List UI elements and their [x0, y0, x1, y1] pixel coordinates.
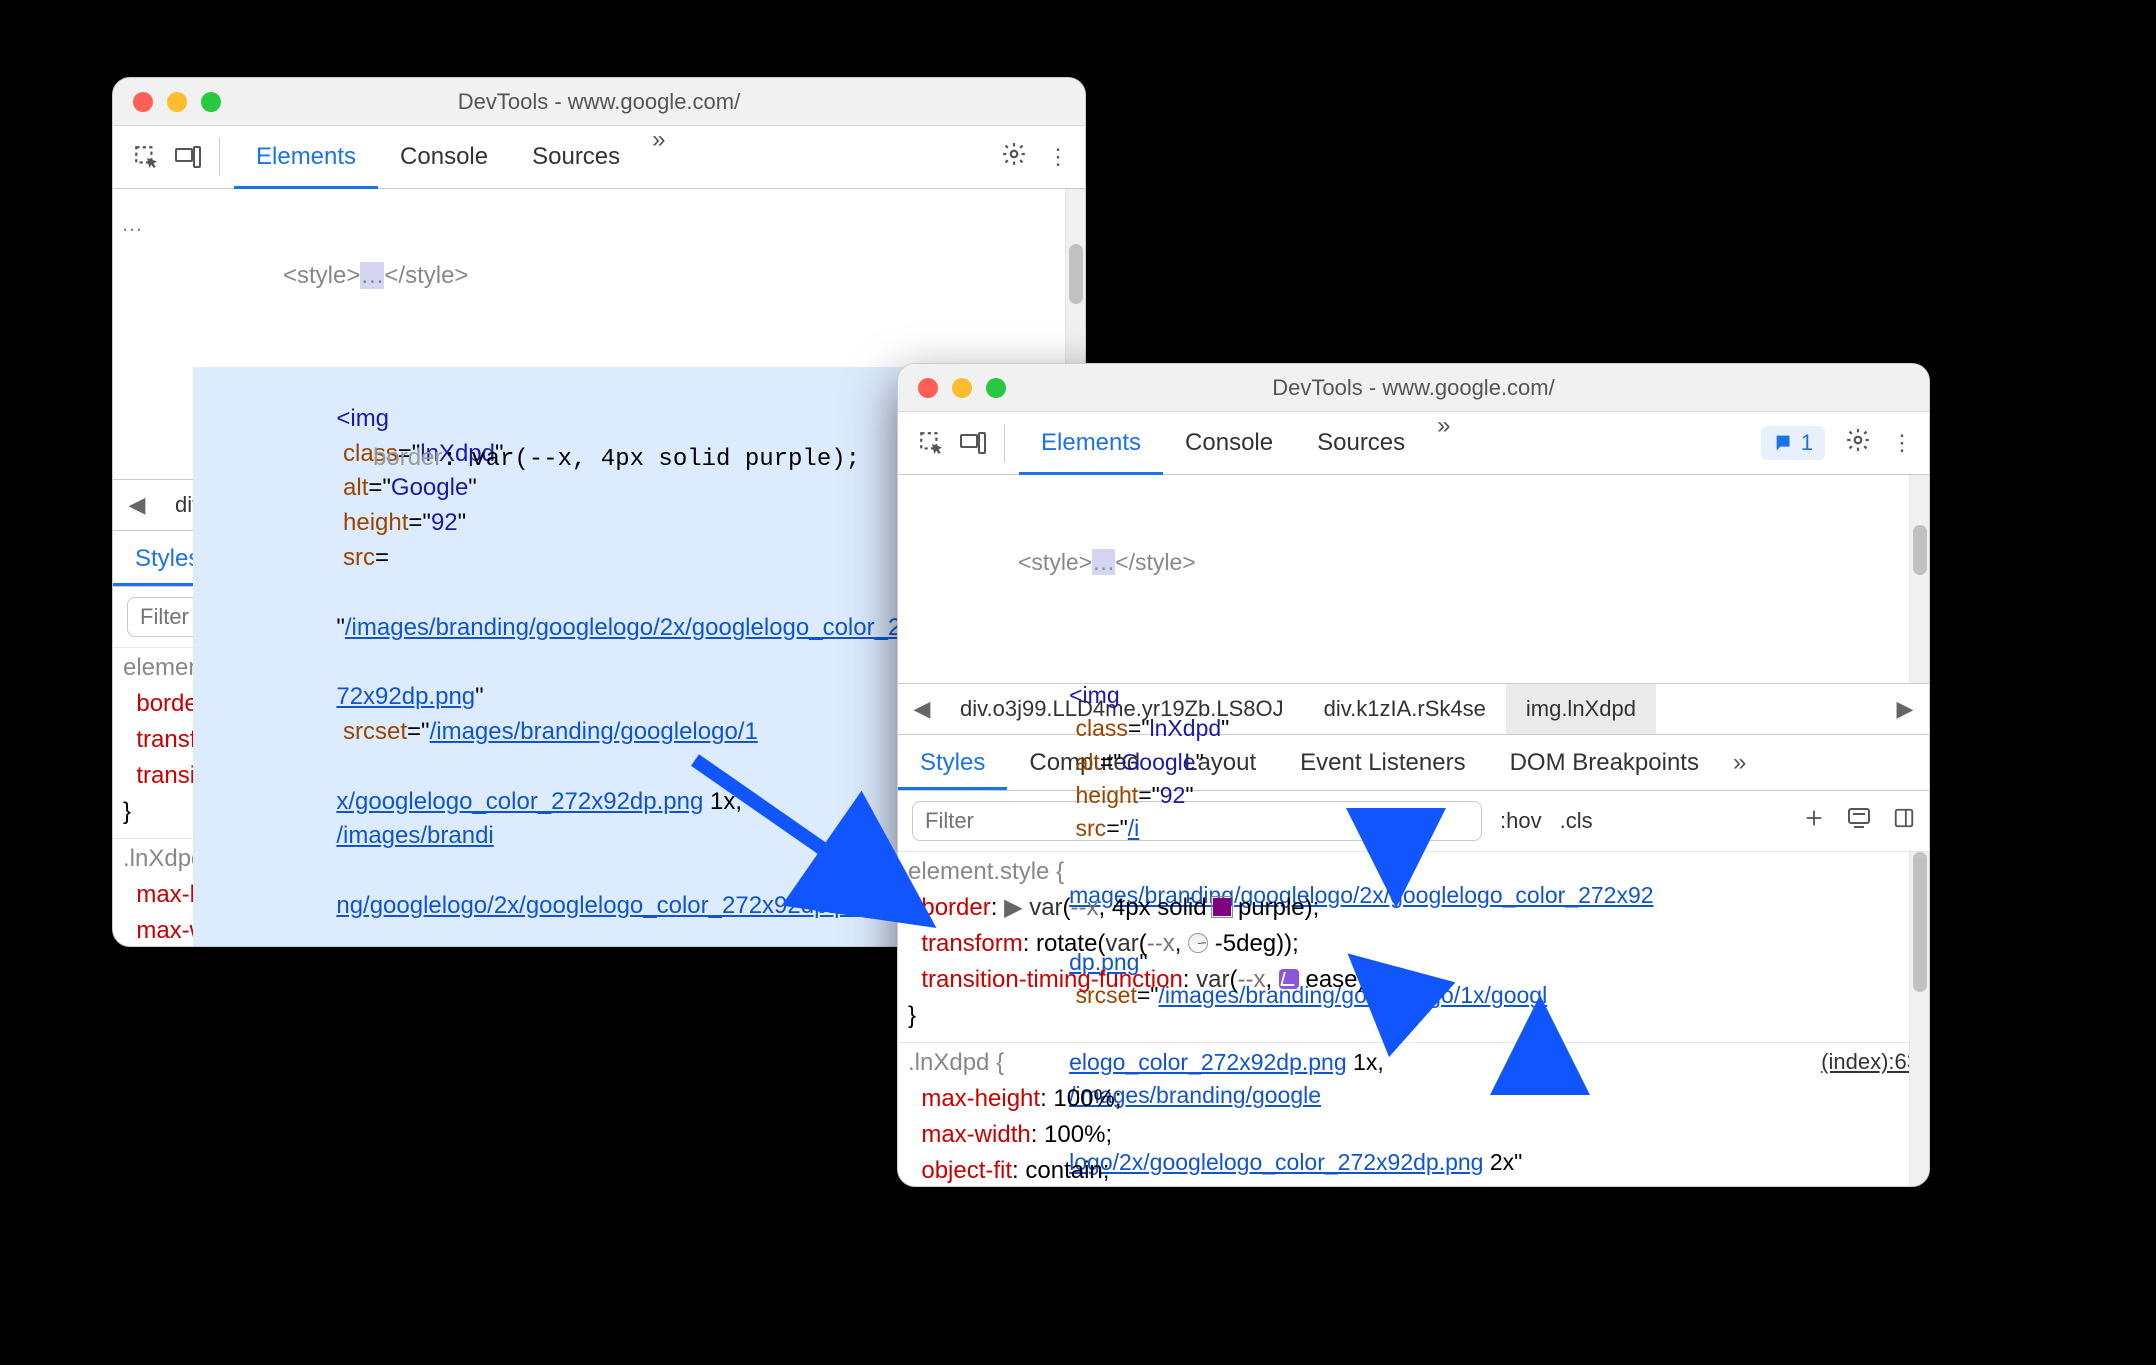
inspect-icon[interactable] [129, 140, 163, 174]
prop-maxw[interactable]: max-width [921, 1121, 1030, 1148]
device-toggle-icon[interactable] [956, 426, 990, 460]
bezier-swatch-icon[interactable] [1279, 969, 1299, 989]
main-toolbar: Elements Console Sources » 1 ⋮ [898, 412, 1929, 475]
color-swatch-icon[interactable] [1213, 898, 1231, 916]
tab-console[interactable]: Console [1163, 412, 1295, 475]
device-toggle-icon[interactable] [171, 140, 205, 174]
main-toolbar: Elements Console Sources » ⋮ [113, 126, 1085, 189]
titlebar[interactable]: DevTools - www.google.com/ [898, 364, 1929, 412]
tabs-overflow-icon[interactable]: » [1427, 412, 1460, 475]
inline-style-overlay: border: var(--x, 4px solid purple); [373, 444, 860, 473]
devtools-window-after: DevTools - www.google.com/ Elements Cons… [897, 363, 1930, 1187]
gear-icon[interactable] [1001, 141, 1027, 173]
prop-objectfit[interactable]: object-fit [921, 1157, 1012, 1184]
elements-tree[interactable]: <style>…</style> <img class="lnXdpd" alt… [898, 475, 1929, 683]
tab-elements[interactable]: Elements [234, 126, 378, 189]
tab-elements[interactable]: Elements [1019, 412, 1163, 475]
tab-sources[interactable]: Sources [1295, 412, 1427, 475]
tabs-overflow-icon[interactable]: » [642, 126, 675, 189]
prop-ttf[interactable]: transition-timing-function [921, 966, 1182, 993]
dom-prev-line: <style>…</style> [283, 259, 1059, 294]
prop-maxh[interactable]: max-height [921, 1085, 1040, 1112]
selector-element-style: element.style { [908, 858, 1064, 885]
dom-prev-line: <style>…</style> [1018, 546, 1899, 579]
class-rule[interactable]: (index):63 .lnXdpd { max-height: 100%; m… [898, 1043, 1929, 1187]
issues-count: 1 [1801, 430, 1813, 456]
angle-swatch-icon[interactable] [1188, 933, 1208, 953]
tab-console[interactable]: Console [378, 126, 510, 189]
tab-sources[interactable]: Sources [510, 126, 642, 189]
kebab-icon[interactable]: ⋮ [1047, 144, 1069, 170]
prop-border[interactable]: border [921, 894, 990, 921]
inspect-icon[interactable] [914, 426, 948, 460]
gear-icon[interactable] [1845, 427, 1871, 459]
window-title: DevTools - www.google.com/ [113, 89, 1085, 115]
expand-caret-icon[interactable]: ▶ [1004, 894, 1022, 921]
element-style-rule[interactable]: element.style { border: ▶ var(--x, 4px s… [898, 852, 1929, 1043]
titlebar[interactable]: DevTools - www.google.com/ [113, 78, 1085, 126]
styles-pane[interactable]: element.style { border: ▶ var(--x, 4px s… [898, 852, 1929, 1187]
issues-badge[interactable]: 1 [1761, 426, 1825, 460]
source-ref[interactable]: (index):63 [1821, 1045, 1919, 1078]
selector-class: .lnXdpd { [908, 1049, 1004, 1076]
kebab-icon[interactable]: ⋮ [1891, 430, 1913, 456]
prop-transform[interactable]: transform [921, 930, 1022, 957]
window-title: DevTools - www.google.com/ [898, 375, 1929, 401]
